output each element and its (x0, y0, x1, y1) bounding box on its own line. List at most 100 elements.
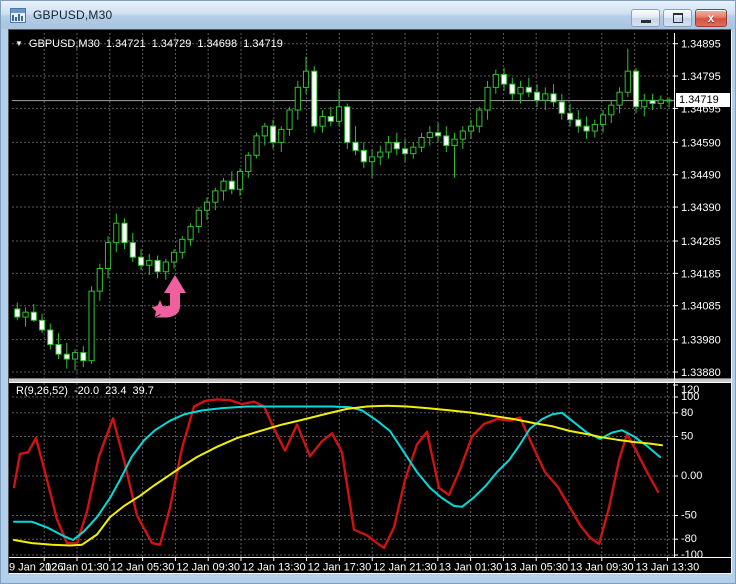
candle-body (435, 133, 440, 136)
candle-body (551, 94, 556, 102)
price-axis-label: 1.33980 (681, 335, 721, 347)
close-button[interactable]: x (695, 9, 727, 27)
panel-divider[interactable] (9, 378, 731, 383)
candle-body (592, 125, 597, 131)
indicator-axis-label: -100 (681, 549, 703, 561)
time-axis-label: 12 Jan 17:30 (308, 562, 372, 574)
candle-body (477, 110, 482, 126)
candle-body (394, 142, 399, 148)
close-icon: x (708, 11, 715, 25)
candle-body (320, 116, 325, 126)
chart-canvas[interactable]: 1.348951.347951.346951.345901.344901.343… (9, 30, 731, 573)
candle-body (279, 129, 284, 142)
window-titlebar[interactable]: GBPUSD,M30 x (1, 1, 735, 29)
candle-body (617, 92, 622, 105)
ohlc-high: 1.34729 (152, 38, 192, 50)
candle-body (64, 354, 69, 359)
candle-body (237, 171, 242, 189)
candle-body (468, 126, 473, 131)
time-axis-label: 12 Jan 05:30 (111, 562, 175, 574)
ohlc-symbol: GBPUSD,M30 (29, 38, 100, 50)
candle-body (369, 157, 374, 162)
indicator-value-3: 39.7 (132, 385, 153, 397)
candle-body (39, 320, 44, 330)
candle-body (576, 120, 581, 126)
candle-body (642, 100, 647, 106)
candle-body (402, 149, 407, 154)
price-axis-label: 1.34490 (681, 170, 721, 182)
candle (633, 68, 638, 113)
candle-body (650, 100, 655, 103)
price-axis-label: 1.34085 (681, 301, 721, 313)
window-title: GBPUSD,M30 (33, 8, 112, 22)
candle-body (15, 309, 20, 317)
candle-body (567, 113, 572, 119)
candle-body (48, 330, 53, 345)
candle-body (559, 102, 564, 113)
candle-body (155, 260, 160, 271)
candle (254, 133, 259, 159)
candle-body (411, 147, 416, 153)
time-axis-label: 12 Jan 21:30 (373, 562, 437, 574)
candle-body (361, 150, 366, 161)
window-controls: x (631, 9, 727, 27)
candle-body (81, 353, 86, 361)
candle-body (419, 138, 424, 148)
candle-body (163, 262, 168, 272)
price-axis-label: 1.34590 (681, 137, 721, 149)
candle-body (287, 110, 292, 129)
candle-body (204, 202, 209, 210)
current-price-tag: 1.34719 (676, 93, 730, 107)
candle-body (138, 257, 143, 265)
candle-body (452, 139, 457, 145)
price-axis-label: 1.33880 (681, 367, 721, 379)
minimize-button[interactable] (631, 9, 660, 27)
candle-body (625, 71, 630, 92)
candle-body (188, 226, 193, 239)
chart-window: GBPUSD,M30 x 1.348951.347951.346951.3459… (0, 0, 736, 584)
candle-body (97, 268, 102, 291)
candle (312, 66, 317, 132)
indicator-axis-label: -80 (681, 533, 697, 545)
candle-body (526, 87, 531, 92)
candle-body (666, 100, 671, 101)
candle-body (510, 84, 515, 94)
ohlc-open: 1.34721 (106, 38, 146, 50)
candle-body (633, 71, 638, 107)
symbol-dropdown-icon[interactable]: ▼ (15, 39, 23, 48)
candle-body (89, 291, 94, 361)
candle-body (105, 243, 110, 269)
candle-body (609, 105, 614, 115)
candle-body (303, 71, 308, 87)
candle-body (427, 133, 432, 138)
restore-icon (673, 13, 683, 23)
candle-body (254, 136, 259, 155)
time-axis-label: 13 Jan 13:30 (636, 562, 700, 574)
time-axis-label: 12 Jan 09:30 (176, 562, 240, 574)
candle-body (600, 115, 605, 125)
candle-body (213, 191, 218, 202)
candle-body (328, 116, 333, 121)
indicator-axis-label: 0.00 (681, 470, 702, 482)
indicator-value-1: -20.0 (74, 385, 99, 397)
candle-body (584, 126, 589, 131)
chart-window-icon[interactable] (10, 8, 26, 23)
main-plot-area[interactable] (12, 33, 674, 378)
restore-button[interactable] (663, 9, 692, 27)
candle-body (312, 71, 317, 126)
candle-body (378, 152, 383, 157)
candle-body (130, 243, 135, 258)
indicator-label: R(9,26,52)-20.023.439.7 (16, 385, 154, 397)
time-axis-label: 12 Jan 13:30 (242, 562, 306, 574)
candle-body (658, 100, 663, 104)
time-axis-label: 13 Jan 05:30 (504, 562, 568, 574)
ohlc-low: 1.34698 (197, 38, 237, 50)
time-axis-label: 13 Jan 01:30 (439, 562, 503, 574)
indicator-axis-label: 100 (681, 391, 699, 403)
candle (345, 104, 350, 149)
price-axis-label: 1.34185 (681, 268, 721, 280)
candle-body (221, 181, 226, 191)
candle-body (114, 223, 119, 242)
candle-body (147, 260, 152, 265)
price-axis-label: 1.34390 (681, 202, 721, 214)
